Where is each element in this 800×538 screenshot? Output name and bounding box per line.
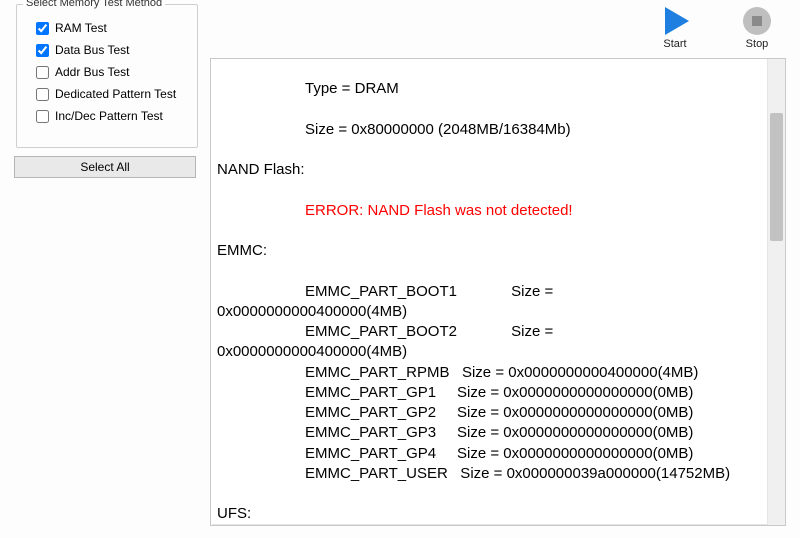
memory-test-checkbox[interactable] [36, 22, 49, 35]
output-line: NAND Flash: [217, 160, 759, 180]
play-icon [658, 4, 692, 38]
memory-test-checkbox[interactable] [36, 110, 49, 123]
stop-button[interactable]: Stop [732, 4, 782, 50]
output-line: Type = DRAM [217, 79, 759, 99]
stop-icon [740, 4, 774, 38]
check-row: Data Bus Test [34, 39, 180, 61]
output-line: UFS: [217, 504, 759, 524]
memory-test-checkbox[interactable] [36, 88, 49, 101]
memory-test-checkbox-label: RAM Test [55, 21, 107, 35]
check-row: RAM Test [34, 17, 180, 39]
output-scrollbar[interactable] [767, 59, 785, 525]
output-line: 0x0000000000400000(4MB) [217, 302, 759, 322]
memory-test-groupbox: Select Memory Test Method RAM TestData B… [16, 4, 198, 148]
scroll-thumb[interactable] [770, 113, 783, 241]
output-line: EMMC: [217, 241, 759, 261]
output-panel: Type = DRAM Size = 0x80000000 (2048MB/16… [210, 58, 786, 526]
output-line [217, 180, 759, 200]
output-line: ERROR: NAND Flash was not detected! [217, 201, 759, 221]
memory-test-checkbox[interactable] [36, 66, 49, 79]
groupbox-title: Select Memory Test Method [23, 0, 165, 9]
memory-test-checklist: RAM Test Data Bus Test Addr Bus Test Dedica… [26, 9, 188, 133]
start-button-label: Start [650, 38, 700, 50]
output-line [217, 221, 759, 241]
app-root: Select Memory Test Method RAM Test Data B… [0, 0, 800, 538]
memory-test-checkbox-label: Inc/Dec Pattern Test [55, 109, 163, 123]
memory-test-checkbox-label: Addr Bus Test [55, 65, 129, 79]
memory-test-checkbox-label: Data Bus Test [55, 43, 129, 57]
output-line: EMMC_PART_GP1 Size = 0x0000000000000000(… [217, 383, 759, 403]
select-all-button[interactable]: Select All [14, 156, 196, 178]
output-line: EMMC_PART_RPMB Size = 0x0000000000400000… [217, 363, 759, 383]
output-line: Size = 0x80000000 (2048MB/16384Mb) [217, 120, 759, 140]
output-line: EMMC_PART_USER Size = 0x000000039a000000… [217, 464, 759, 484]
memory-test-checkbox-label: Dedicated Pattern Test [55, 87, 176, 101]
output-line [217, 484, 759, 504]
output-text: Type = DRAM Size = 0x80000000 (2048MB/16… [211, 59, 767, 525]
output-line: EMMC_PART_BOOT1 Size = [217, 282, 759, 302]
check-row: Inc/Dec Pattern Test [34, 105, 180, 127]
stop-button-label: Stop [732, 38, 782, 50]
output-line: EMMC_PART_GP3 Size = 0x0000000000000000(… [217, 423, 759, 443]
output-line: 0x0000000000400000(4MB) [217, 342, 759, 362]
output-line: EMMC_PART_GP2 Size = 0x0000000000000000(… [217, 403, 759, 423]
output-line: EMMC_PART_BOOT2 Size = [217, 322, 759, 342]
memory-test-checkbox[interactable] [36, 44, 49, 57]
output-line [217, 99, 759, 119]
output-line [217, 140, 759, 160]
output-line [217, 261, 759, 281]
output-line: EMMC_PART_GP4 Size = 0x0000000000000000(… [217, 444, 759, 464]
check-row: Addr Bus Test [34, 61, 180, 83]
start-button[interactable]: Start [650, 4, 700, 50]
check-row: Dedicated Pattern Test [34, 83, 180, 105]
